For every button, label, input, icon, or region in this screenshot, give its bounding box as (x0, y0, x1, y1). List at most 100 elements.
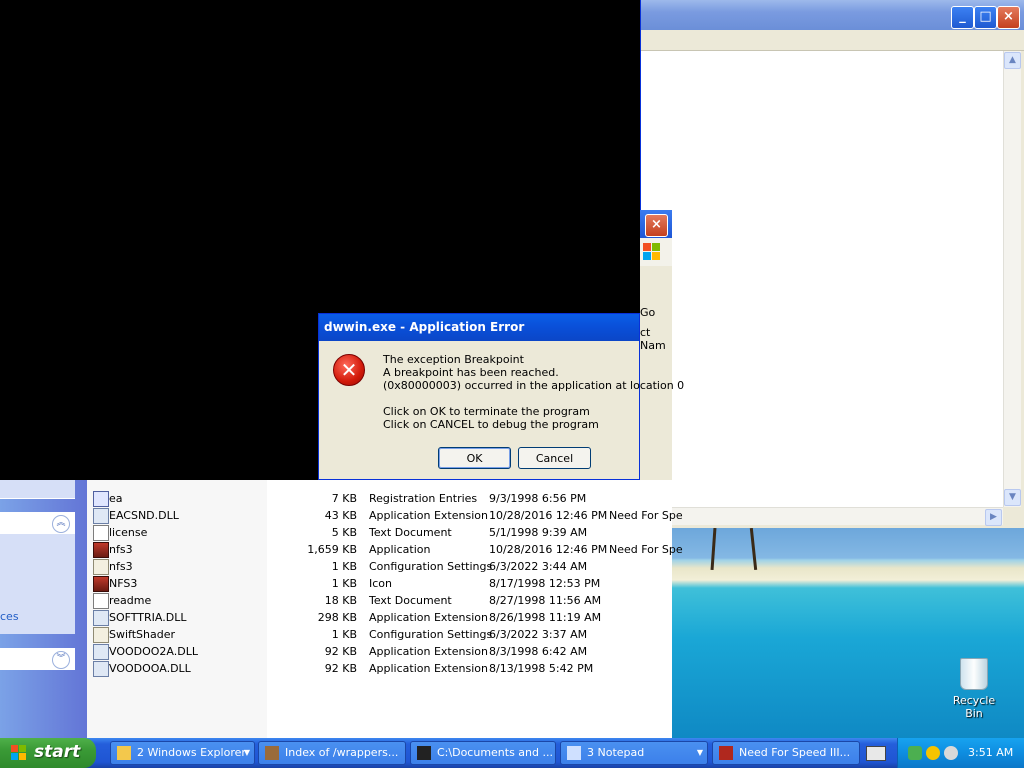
ok-button[interactable]: OK (438, 447, 511, 469)
file-type: Application Extension (369, 662, 488, 675)
network-icon[interactable] (908, 746, 922, 760)
recycle-bin-icon[interactable] (960, 658, 988, 690)
horizontal-scrollbar[interactable]: ▶ (641, 507, 1003, 526)
file-type: Configuration Settings (369, 628, 493, 641)
file-type: Application Extension (369, 611, 488, 624)
file-size: 298 KB (317, 611, 357, 624)
file-name: readme (109, 594, 152, 607)
file-row[interactable]: VOODOOA.DLL 92 KB Application Extension 8/1… (87, 660, 672, 677)
file-list[interactable]: ea 7 KB Registration Entries 9/3/1998 6:56 … (87, 480, 683, 738)
dialog-message-line: (0x80000003) occurred in the application… (383, 379, 685, 392)
dialog-title[interactable]: dwwin.exe - Application Error (319, 314, 639, 341)
group-arrow-icon: ▼ (243, 748, 250, 757)
file-row[interactable]: SwiftShader 1 KB Configuration Settings 6/3… (87, 626, 672, 643)
file-type: Registration Entries (369, 492, 478, 505)
file-name: nfs3 (109, 560, 133, 573)
start-label: start (34, 742, 81, 762)
cancel-button[interactable]: Cancel (518, 447, 591, 469)
notepad-menu-bar[interactable] (641, 30, 1024, 51)
file-date: 8/13/1998 5:42 PM (489, 662, 594, 675)
file-row[interactable]: license 5 KB Text Document 5/1/1998 9:39 AM (87, 524, 672, 541)
file-date: 8/27/1998 11:56 AM (489, 594, 602, 607)
file-row[interactable]: readme 18 KB Text Document 8/27/1998 11:56 … (87, 592, 672, 609)
file-name: SOFTTRIA.DLL (109, 611, 187, 624)
file-comment: Need For Spe (609, 543, 683, 556)
go-button[interactable]: Go (640, 306, 655, 319)
maximize-button[interactable]: □ (974, 6, 997, 29)
start-button[interactable]: start (0, 738, 96, 768)
expand-icon[interactable]: ︾ (52, 651, 70, 669)
palm-trunk (749, 528, 758, 571)
dialog-message-line: Click on OK to terminate the program (383, 405, 590, 418)
exe-file-icon (93, 542, 109, 558)
file-name: nfs3 (109, 543, 133, 556)
file-type: Text Document (369, 526, 452, 539)
notepad-title-bar[interactable]: _ □ × (641, 0, 1024, 30)
column-header[interactable]: ct Nam (640, 326, 672, 352)
file-row[interactable]: ea 7 KB Registration Entries 9/3/1998 6:56 … (87, 490, 672, 507)
scroll-right-icon[interactable]: ▶ (985, 509, 1002, 526)
file-date: 6/3/2022 3:37 AM (489, 628, 588, 641)
palm-trunk (710, 528, 717, 571)
file-size: 18 KB (324, 594, 357, 607)
security-icon[interactable] (926, 746, 940, 760)
file-row[interactable]: SOFTTRIA.DLL 298 KB Application Extension 8… (87, 609, 672, 626)
file-date: 8/3/1998 6:42 AM (489, 645, 588, 658)
keyboard-icon[interactable] (866, 746, 886, 761)
dll-file-icon (93, 661, 109, 677)
vertical-scrollbar[interactable]: ▲ ▼ (1003, 51, 1021, 507)
file-comment: Need For Spe (609, 509, 683, 522)
task-pane-section (0, 480, 75, 499)
taskbar-button[interactable]: C:\Documents and ... (410, 741, 556, 765)
scroll-down-icon[interactable]: ▼ (1004, 489, 1021, 506)
task-pane-link[interactable]: ces (0, 610, 19, 623)
close-button[interactable]: × (645, 214, 668, 237)
file-row[interactable]: nfs3 1 KB Configuration Settings 6/3/2022 3… (87, 558, 672, 575)
taskbar-button[interactable]: Need For Speed III... (712, 741, 860, 765)
taskbar-button[interactable]: 2 Windows Explorer ▼ (110, 741, 255, 765)
file-name: EACSND.DLL (109, 509, 179, 522)
collapse-icon[interactable]: ︽ (52, 515, 70, 533)
notepad-icon (567, 746, 581, 760)
taskbar-button-label: Need For Speed III... (739, 746, 851, 759)
exe-file-icon (93, 576, 109, 592)
file-name: VOODOOA.DLL (109, 662, 191, 675)
file-name: NFS3 (109, 577, 138, 590)
browser-icon (265, 746, 279, 760)
taskbar-button[interactable]: Index of /wrappers... (258, 741, 406, 765)
file-date: 9/3/1998 6:56 PM (489, 492, 587, 505)
task-pane-header[interactable]: ︾ (0, 648, 75, 670)
taskbar-button[interactable]: 3 Notepad ▼ (560, 741, 708, 765)
file-name: VOODOO2A.DLL (109, 645, 198, 658)
clock[interactable]: 3:51 AM (968, 746, 1013, 759)
close-button[interactable]: × (997, 6, 1020, 29)
file-size: 1 KB (331, 560, 357, 573)
file-type: Configuration Settings (369, 560, 493, 573)
scroll-up-icon[interactable]: ▲ (1004, 52, 1021, 69)
dll-file-icon (93, 644, 109, 660)
task-pane: ︽ ces ︾ (0, 480, 87, 738)
file-row[interactable]: EACSND.DLL 43 KB Application Extension 10/2… (87, 507, 683, 524)
notepad-text-area[interactable] (641, 51, 1003, 507)
error-dialog: dwwin.exe - Application Error ✕ The exce… (318, 313, 684, 480)
file-date: 6/3/2022 3:44 AM (489, 560, 588, 573)
file-type: Text Document (369, 594, 452, 607)
file-type: Application Extension (369, 645, 488, 658)
minimize-button[interactable]: _ (951, 6, 974, 29)
file-row[interactable]: VOODOO2A.DLL 92 KB Application Extension 8/… (87, 643, 672, 660)
file-size: 92 KB (324, 645, 357, 658)
file-name: ea (109, 492, 123, 505)
file-date: 8/17/1998 12:53 PM (489, 577, 601, 590)
7zip-icon (417, 746, 431, 760)
task-pane-header[interactable]: ︽ (0, 512, 75, 534)
file-name: SwiftShader (109, 628, 175, 641)
reg-file-icon (93, 491, 109, 507)
file-date: 10/28/2016 12:46 PM (489, 543, 608, 556)
file-row[interactable]: NFS3 1 KB Icon 8/17/1998 12:53 PM (87, 575, 672, 592)
file-row[interactable]: nfs3 1,659 KB Application 10/28/2016 12:46 … (87, 541, 683, 558)
windows-logo-icon (640, 238, 672, 266)
file-size: 1,659 KB (307, 543, 357, 556)
taskbar: start 2 Windows Explorer ▼ Index of /wrapp… (0, 738, 1024, 768)
taskbar-button-label: C:\Documents and ... (437, 746, 553, 759)
volume-icon[interactable] (944, 746, 958, 760)
